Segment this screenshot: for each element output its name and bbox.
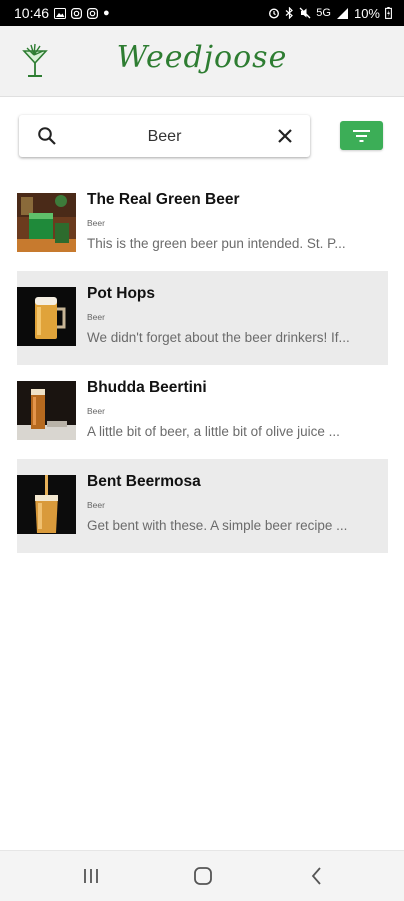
instagram-icon (87, 7, 99, 19)
list-item[interactable]: Bhudda Beertini Beer A little bit of bee… (17, 365, 388, 459)
battery-icon (385, 7, 392, 19)
status-bar: 10:46 ● 5G 10% (0, 0, 404, 26)
alarm-icon (269, 8, 280, 19)
recipe-category: Beer (87, 500, 105, 510)
status-left: 10:46 ● (14, 5, 110, 21)
image-icon (54, 7, 67, 19)
recipe-category: Beer (87, 218, 105, 228)
recipe-thumbnail (17, 287, 76, 346)
beer-glass-photo (17, 381, 76, 440)
list-item[interactable]: Bent Beermosa Beer Get bent with these. … (17, 459, 388, 553)
beer-pour-photo (17, 475, 76, 534)
recipe-title: The Real Green Beer (87, 191, 240, 208)
filter-icon (353, 130, 370, 142)
recipe-title: Bhudda Beertini (87, 379, 207, 396)
app-brand-title: Weedjoose (116, 40, 288, 75)
recipe-description: We didn't forget about the beer drinkers… (87, 330, 350, 345)
recipe-thumbnail (17, 475, 76, 534)
app-header: Weedjoose (0, 26, 404, 97)
dot-icon: ● (103, 6, 110, 19)
list-item[interactable]: The Real Green Beer Beer This is the gre… (17, 177, 388, 271)
search-input[interactable] (69, 115, 260, 159)
recipe-title: Pot Hops (87, 285, 156, 302)
recipe-title: Bent Beermosa (87, 473, 201, 490)
bluetooth-icon (285, 7, 294, 19)
instagram-icon (71, 7, 83, 19)
recipe-description: This is the green beer pun intended. St.… (87, 236, 346, 251)
filter-button[interactable] (340, 121, 383, 150)
list-item[interactable]: Pot Hops Beer We didn't forget about the… (17, 271, 388, 365)
home-icon[interactable] (191, 865, 215, 887)
recipe-thumbnail (17, 193, 76, 252)
back-icon[interactable] (305, 865, 329, 887)
green-beer-photo (17, 193, 76, 252)
beer-mug-photo (17, 287, 76, 346)
search-icon[interactable] (37, 126, 57, 146)
system-nav-bar (0, 850, 404, 901)
clear-icon[interactable] (276, 127, 294, 145)
signal-icon (336, 7, 348, 19)
search-bar (19, 115, 310, 159)
battery-level: 10% (353, 5, 380, 21)
recipe-description: Get bent with these. A simple beer recip… (87, 518, 348, 533)
status-time: 10:46 (14, 5, 50, 21)
recipe-category: Beer (87, 406, 105, 416)
network-type: 5G (316, 6, 331, 19)
recipe-category: Beer (87, 312, 105, 322)
recent-apps-icon[interactable] (79, 865, 103, 887)
recipe-list: The Real Green Beer Beer This is the gre… (17, 177, 388, 553)
recipe-description: A little bit of beer, a little bit of ol… (87, 424, 340, 439)
status-right: 5G 10% (268, 6, 392, 21)
recipe-thumbnail (17, 381, 76, 440)
mute-icon (299, 7, 311, 19)
